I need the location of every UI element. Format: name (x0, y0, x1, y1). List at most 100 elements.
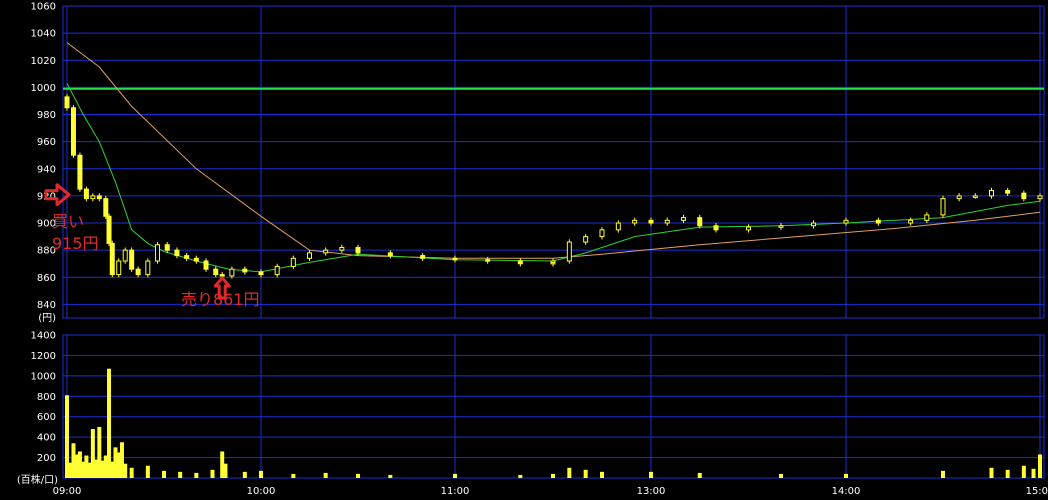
volume-bar (1005, 469, 1010, 478)
price-plot-area (62, 5, 1045, 319)
volume-bar (162, 470, 166, 478)
candle-body (96, 195, 102, 200)
volume-bar (107, 368, 112, 478)
volume-bar (518, 474, 523, 478)
candle-body (83, 188, 89, 200)
candle-body (664, 219, 670, 224)
volume-bar (388, 474, 393, 478)
candle-body (242, 268, 248, 273)
candle-body (599, 229, 605, 238)
candle-body (323, 249, 329, 254)
volume-bar (697, 472, 702, 478)
volume-plot-area (62, 334, 1045, 479)
volume-ytick-label: 1400 (31, 331, 56, 342)
candle-body (648, 219, 654, 224)
candle-body (290, 257, 296, 267)
candle-body (129, 249, 135, 270)
candle-body (122, 249, 128, 262)
time-xtick-label: 11:00 (441, 486, 470, 497)
candle-body (64, 96, 70, 109)
volume-bar (844, 473, 848, 478)
buy-annotation-label: 買い (52, 212, 84, 231)
price-ytick-label: 1040 (31, 29, 56, 40)
candle-body (229, 268, 235, 277)
candle-body (77, 154, 83, 190)
candle-body (103, 198, 109, 217)
volume-bar (779, 473, 783, 478)
price-ytick-label: 940 (37, 164, 56, 175)
candle-body (1037, 195, 1043, 200)
candle-body (843, 219, 849, 224)
price-ytick-label: 980 (37, 110, 56, 121)
candle-body (258, 271, 264, 276)
candle-body (940, 198, 946, 216)
candle-body (681, 217, 686, 221)
volume-bar (989, 467, 994, 478)
volume-bar (259, 470, 263, 478)
candle-body (746, 226, 751, 231)
volume-bar (567, 467, 572, 478)
candle-body (155, 244, 161, 262)
volume-bar (1021, 465, 1026, 478)
volume-bar (1038, 454, 1042, 478)
volume-unit-label: (百株/口) (17, 473, 58, 486)
volume-bar (291, 473, 296, 478)
time-xtick-label: 13:00 (637, 486, 666, 497)
volume-ytick-label: 200 (37, 453, 56, 464)
intraday-stock-chart: 1060104010201000980960940920900880860840… (17, 2, 1048, 498)
time-xtick-label: 15:00 (1026, 486, 1048, 497)
candle-body (875, 219, 881, 224)
time-xtick-label: 10:00 (247, 486, 276, 497)
price-ytick-label: 1020 (31, 56, 56, 67)
candle-body (550, 260, 556, 264)
candle-body (203, 260, 209, 270)
price-panel: 1060104010201000980960940920900880860840… (31, 2, 1045, 324)
volume-bar (1031, 468, 1036, 478)
price-ytick-label: 1000 (31, 83, 56, 94)
volume-bar (210, 469, 215, 478)
price-ytick-label: 860 (37, 273, 56, 284)
sell-annotation-label: 売り861円 (181, 290, 260, 309)
volume-ytick-label: 1000 (31, 371, 56, 382)
candle-body (339, 246, 345, 251)
price-ytick-label: 960 (37, 137, 56, 148)
time-xtick-label: 14:00 (832, 486, 861, 497)
volume-ytick-label: 600 (37, 412, 56, 423)
price-ytick-label: 1060 (31, 2, 56, 13)
volume-bar (194, 472, 199, 478)
candle-body (145, 260, 151, 276)
candle-body (213, 268, 219, 276)
volume-bar (356, 473, 360, 478)
candle-body (70, 107, 76, 156)
volume-bar (551, 473, 555, 478)
volume-bar (323, 472, 328, 478)
candle-body (106, 215, 112, 244)
candle-body (956, 195, 962, 200)
candle-body (116, 260, 122, 276)
volume-bar (649, 471, 653, 478)
time-xtick-label: 09:00 (53, 486, 82, 497)
candle-body (924, 214, 930, 221)
candle-body (566, 241, 572, 262)
volume-bar (129, 467, 134, 478)
volume-ytick-label: 1200 (31, 351, 56, 362)
candle-body (184, 255, 190, 259)
candle-body (908, 219, 914, 224)
volume-bar (242, 471, 247, 478)
candle-body (485, 259, 491, 262)
price-unit-label: (円) (38, 313, 56, 324)
candle-body (355, 246, 361, 254)
candle-body (713, 225, 719, 231)
volume-bar (453, 473, 457, 478)
volume-bar (223, 463, 228, 478)
candle-body (109, 242, 115, 276)
candle-body (972, 195, 978, 198)
candle-body (615, 222, 621, 231)
candle-body (778, 225, 784, 228)
candle-body (1005, 189, 1011, 194)
candle-body (174, 249, 180, 257)
volume-bar (600, 471, 604, 478)
buy-annotation-price: 915円 (52, 234, 99, 253)
candle-body (193, 257, 199, 262)
candle-body (811, 222, 816, 227)
